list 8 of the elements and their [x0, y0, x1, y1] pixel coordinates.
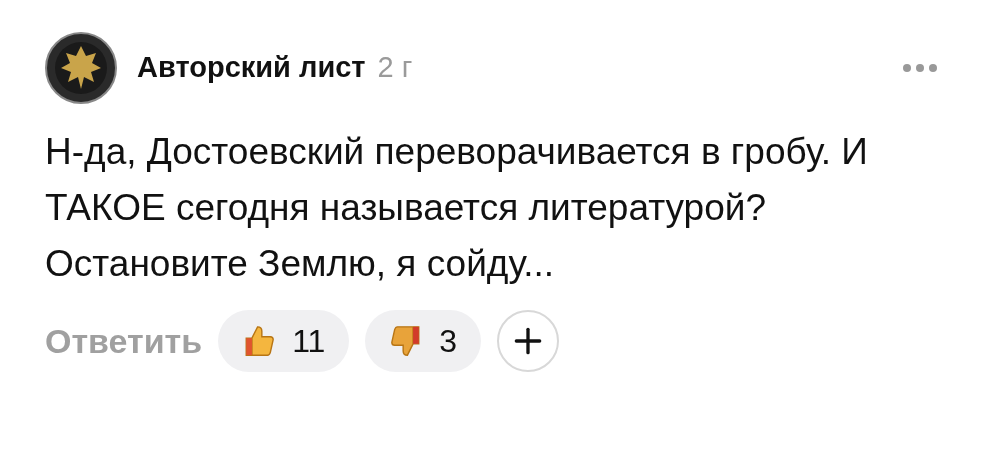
author-name[interactable]: Авторский лист: [137, 46, 366, 90]
avatar-icon: [45, 32, 117, 104]
comment-text: Н-да, Достоевский переворачивается в гробу. И ТАКОЕ сегодня называется литературой? Остановите Землю, я сойду...: [45, 130, 869, 286]
add-reaction-button[interactable]: [497, 310, 560, 372]
more-icon[interactable]: [902, 63, 938, 73]
like-button[interactable]: 11: [218, 310, 350, 372]
comment-age: 2 г: [377, 50, 413, 86]
dislike-button[interactable]: 3: [365, 310, 482, 372]
